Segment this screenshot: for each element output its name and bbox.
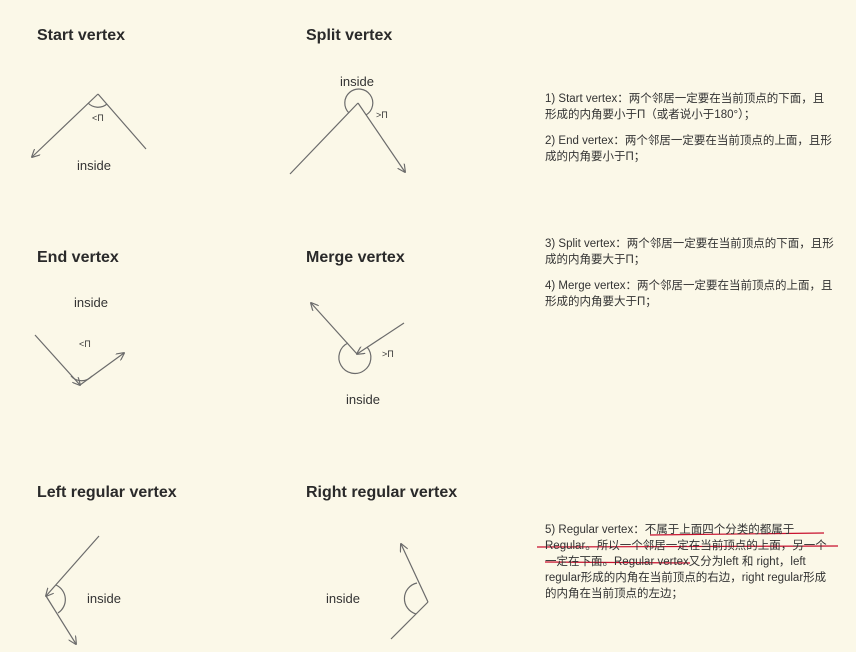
note-end-vertex: 2) End vertex：两个邻居一定要在当前顶点的上面，且形成的内角要小于Π…	[545, 135, 832, 163]
end-angle-label: <Π	[79, 339, 91, 349]
notes-split-merge: 3) Split vertex：两个邻居一定要在当前顶点的下面，且形成的内角要大…	[545, 236, 835, 320]
note-merge-vertex: 4) Merge vertex：两个邻居一定要在当前顶点的上面，且形成的内角要大…	[545, 280, 833, 308]
right-regular-vertex-diagram	[390, 544, 429, 640]
start-inside-label: inside	[77, 158, 111, 173]
end-inside-label: inside	[74, 295, 108, 310]
note-split-vertex: 3) Split vertex：两个邻居一定要在当前顶点的下面，且形成的内角要大…	[545, 238, 834, 266]
start-vertex-diagram	[32, 93, 147, 157]
merge-angle-label: >Π	[382, 349, 394, 359]
split-angle-label: >Π	[376, 110, 388, 120]
merge-inside-label: inside	[346, 392, 380, 407]
note-regular-vertex: 5) Regular vertex：不属于上面四个分类的都属于Regular。所…	[545, 524, 827, 600]
notes-start-end: 1) Start vertex：两个邻居一定要在当前顶点的下面，且形成的内角要小…	[545, 91, 835, 175]
split-vertex-diagram	[289, 88, 405, 175]
notes-regular: 5) Regular vertex：不属于上面四个分类的都属于Regular。所…	[545, 522, 835, 612]
start-angle-label: <Π	[92, 113, 104, 123]
left-regular-inside-label: inside	[87, 591, 121, 606]
right-regular-inside-label: inside	[326, 591, 360, 606]
split-inside-label: inside	[340, 74, 374, 89]
merge-vertex-diagram	[311, 303, 405, 375]
note-start-vertex: 1) Start vertex：两个邻居一定要在当前顶点的下面，且形成的内角要小…	[545, 93, 825, 121]
left-regular-vertex-diagram	[46, 535, 100, 644]
